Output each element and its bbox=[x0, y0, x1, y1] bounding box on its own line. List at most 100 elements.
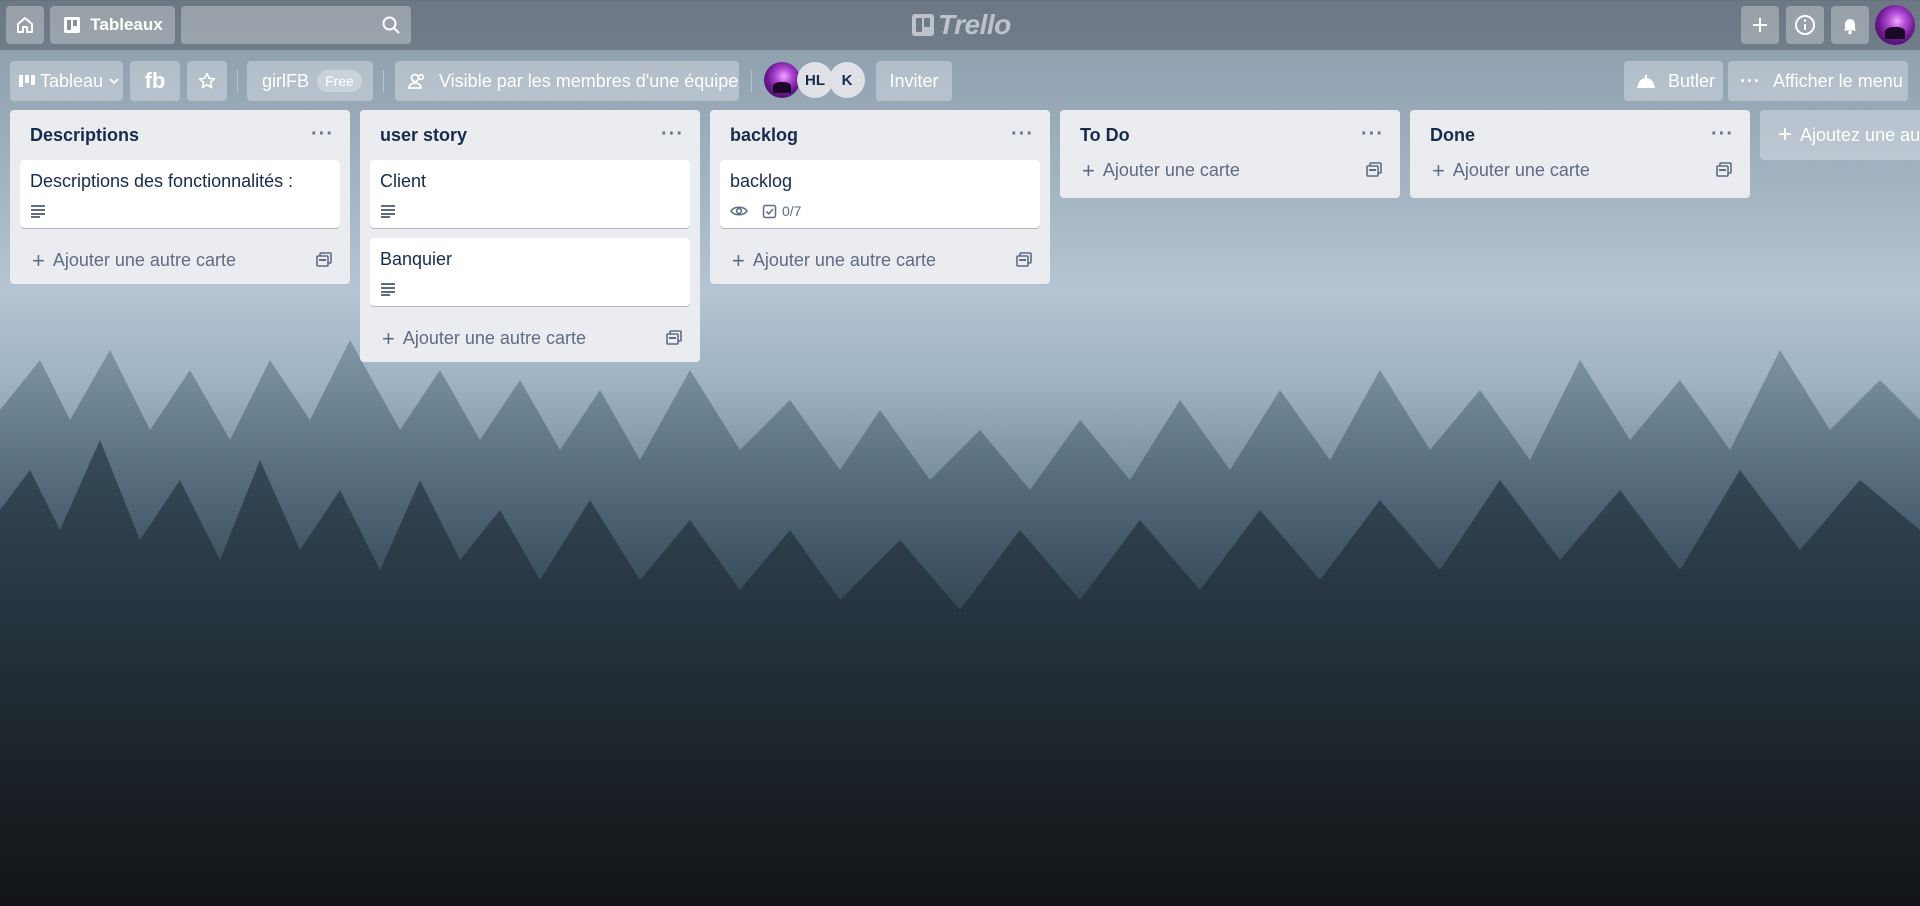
trello-logo-icon bbox=[912, 14, 934, 36]
member-initials: K bbox=[841, 71, 853, 89]
visibility-button[interactable]: Visible par les membres d'une équipe bbox=[395, 61, 739, 101]
search-icon bbox=[382, 16, 400, 34]
member-avatar[interactable]: K bbox=[829, 62, 865, 98]
plus-icon: + bbox=[32, 247, 45, 273]
add-card-composer: + Ajouter une autre carte bbox=[10, 238, 350, 284]
home-button[interactable] bbox=[6, 6, 44, 44]
board-name-button[interactable]: fb bbox=[130, 61, 180, 101]
notifications-button[interactable] bbox=[1831, 6, 1869, 44]
card[interactable]: Descriptions des fonctionnalités : bbox=[20, 160, 340, 228]
boards-button[interactable]: Tableaux bbox=[50, 6, 175, 44]
board-name: fb bbox=[144, 68, 166, 93]
plus-icon: + bbox=[382, 325, 395, 351]
list-header: user story ··· bbox=[360, 110, 700, 160]
card[interactable]: Banquier bbox=[370, 238, 690, 306]
plus-icon: + bbox=[1778, 121, 1793, 148]
card-template-icon[interactable] bbox=[1016, 252, 1032, 268]
star-icon bbox=[198, 72, 216, 89]
list-header: Descriptions ··· bbox=[10, 110, 350, 160]
checklist-icon bbox=[762, 204, 777, 218]
divider bbox=[383, 70, 384, 92]
info-button[interactable] bbox=[1786, 6, 1824, 44]
view-switcher-button[interactable]: Tableau bbox=[10, 61, 123, 101]
card[interactable]: Client bbox=[370, 160, 690, 228]
card-badges bbox=[380, 202, 680, 220]
butler-label: Butler bbox=[1668, 70, 1716, 91]
board-header: Tableau fb girlFB Free Visible par les m… bbox=[0, 56, 1920, 106]
plan-badge: Free bbox=[317, 70, 362, 92]
add-card-button[interactable]: + Ajouter une autre carte bbox=[382, 325, 586, 351]
description-icon bbox=[381, 283, 395, 296]
view-label: Tableau bbox=[40, 70, 104, 91]
team-name: girlFB bbox=[262, 70, 310, 91]
add-card-button[interactable]: + Ajouter une carte bbox=[1432, 157, 1590, 183]
list-menu-icon[interactable]: ··· bbox=[1011, 124, 1034, 144]
add-card-button[interactable]: + Ajouter une autre carte bbox=[32, 247, 236, 273]
card-template-icon[interactable] bbox=[1366, 162, 1382, 178]
card-template-icon[interactable] bbox=[316, 252, 332, 268]
list-backlog: backlog ··· backlog 0/7 + Ajouter une aut… bbox=[710, 110, 1050, 284]
forest-background bbox=[0, 340, 1920, 906]
bell-icon bbox=[1843, 19, 1857, 35]
top-navigation-bar: Tableaux Trello bbox=[0, 0, 1920, 50]
add-card-button[interactable]: + Ajouter une carte bbox=[1082, 157, 1240, 183]
card[interactable]: backlog 0/7 bbox=[720, 160, 1040, 228]
team-button[interactable]: girlFB Free bbox=[247, 61, 373, 101]
list-title[interactable]: Done bbox=[1430, 125, 1475, 146]
member-avatar-owner[interactable] bbox=[764, 62, 800, 98]
card-title: Banquier bbox=[380, 249, 453, 269]
list-menu-icon[interactable]: ··· bbox=[661, 124, 684, 144]
member-avatar[interactable]: HL bbox=[797, 62, 833, 98]
search-input[interactable] bbox=[181, 6, 411, 44]
list-header: backlog ··· bbox=[710, 110, 1050, 160]
eye-icon bbox=[730, 206, 748, 216]
create-button[interactable] bbox=[1741, 6, 1779, 44]
boards-icon bbox=[64, 17, 81, 33]
invite-button[interactable]: Inviter bbox=[876, 61, 952, 101]
add-card-composer: + Ajouter une autre carte bbox=[710, 238, 1050, 284]
plus-icon: + bbox=[1432, 157, 1445, 183]
add-card-button[interactable]: + Ajouter une autre carte bbox=[732, 249, 936, 271]
list-title[interactable]: backlog bbox=[730, 125, 798, 146]
member-initials: HL bbox=[805, 71, 825, 89]
add-card-label: Ajouter une carte bbox=[1102, 160, 1240, 180]
add-card-label: Ajouter une carte bbox=[1452, 160, 1590, 180]
card-title: backlog bbox=[730, 171, 793, 191]
plus-icon: + bbox=[1082, 157, 1095, 183]
card-title: Client bbox=[380, 171, 427, 191]
list-title[interactable]: Descriptions bbox=[30, 125, 139, 146]
show-menu-button[interactable]: ··· Afficher le menu bbox=[1728, 61, 1908, 101]
home-icon bbox=[17, 17, 33, 33]
boards-label: Tableaux bbox=[90, 15, 163, 34]
user-avatar[interactable] bbox=[1875, 5, 1915, 45]
card-title: Descriptions des fonctionnalités : bbox=[30, 171, 294, 191]
list-descriptions: Descriptions ··· Descriptions des foncti… bbox=[10, 110, 350, 284]
divider bbox=[237, 70, 238, 92]
board-view-icon bbox=[19, 75, 35, 87]
description-icon bbox=[31, 205, 45, 218]
add-card-composer: + Ajouter une carte bbox=[1410, 148, 1750, 198]
card-template-icon[interactable] bbox=[1716, 162, 1732, 178]
visibility-label: Visible par les membres d'une équipe bbox=[439, 70, 739, 91]
star-board-button[interactable] bbox=[187, 61, 227, 101]
list-title[interactable]: To Do bbox=[1080, 125, 1130, 146]
list-done: Done ··· + Ajouter une carte bbox=[1410, 110, 1750, 198]
add-card-composer: + Ajouter une carte bbox=[1060, 148, 1400, 198]
list-menu-icon[interactable]: ··· bbox=[1361, 124, 1384, 144]
card-badges bbox=[380, 280, 680, 298]
list-menu-icon[interactable]: ··· bbox=[311, 124, 334, 144]
card-badges bbox=[30, 202, 330, 220]
watching-badge bbox=[730, 204, 748, 218]
card-template-icon[interactable] bbox=[666, 330, 682, 346]
butler-button[interactable]: Butler bbox=[1624, 61, 1723, 101]
list-title[interactable]: user story bbox=[380, 125, 467, 146]
add-list-button[interactable]: + Ajoutez une autre liste bbox=[1760, 110, 1920, 160]
show-menu-label: Afficher le menu bbox=[1772, 70, 1903, 91]
list-user-story: user story ··· Client Banquier + Ajouter … bbox=[360, 110, 700, 362]
add-card-composer: + Ajouter une autre carte bbox=[360, 316, 700, 362]
list-menu-icon[interactable]: ··· bbox=[1711, 124, 1734, 144]
info-icon bbox=[1795, 15, 1815, 35]
divider bbox=[751, 70, 752, 92]
trello-logo[interactable]: Trello bbox=[912, 9, 1011, 40]
team-visibility-icon bbox=[408, 73, 425, 89]
